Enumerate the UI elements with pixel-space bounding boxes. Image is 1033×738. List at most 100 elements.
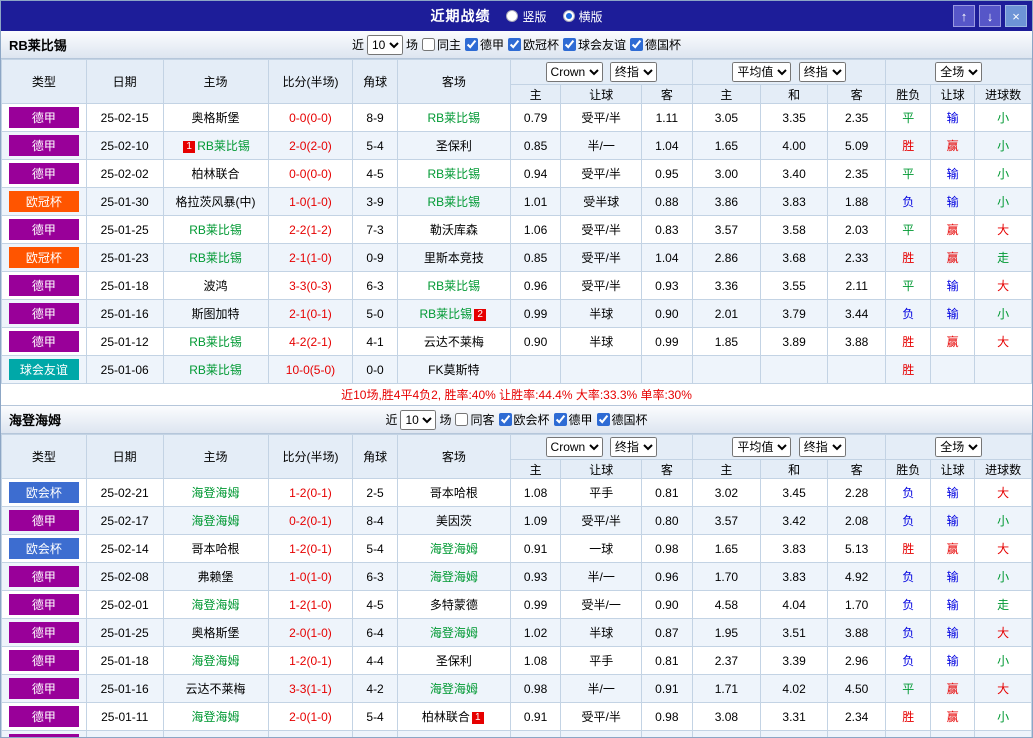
red-card-badge: 1 (183, 141, 195, 153)
team-link[interactable]: 云达不莱梅 (424, 335, 484, 349)
league-checkbox-ucl[interactable]: 欧冠杯 (507, 36, 559, 53)
league-checkbox-input[interactable] (630, 38, 643, 51)
team-link[interactable]: 哥本哈根 (430, 486, 478, 500)
odds-home: 1.08 (510, 479, 560, 507)
team-link[interactable]: RB莱比锡 (189, 251, 242, 265)
avg-source-select[interactable]: 平均值 (732, 62, 791, 82)
layout-radio-vertical[interactable]: 竖版 (506, 8, 546, 25)
team-link[interactable]: RB莱比锡 (189, 335, 242, 349)
same-venue-checkbox[interactable]: 同客 (454, 411, 494, 428)
team-link[interactable]: RB莱比锡 (427, 279, 480, 293)
league-checkbox-input[interactable] (465, 38, 478, 51)
team-link[interactable]: 海登海姆 (430, 570, 478, 584)
league-checkbox-input[interactable] (597, 413, 610, 426)
league-checkbox-input[interactable] (499, 413, 512, 426)
team-link[interactable]: 海登海姆 (192, 486, 240, 500)
avg-home: 1.65 (692, 535, 761, 563)
team-link[interactable]: 云达不莱梅 (186, 682, 246, 696)
same-venue-checkbox[interactable]: 同主 (421, 36, 461, 53)
team-link[interactable]: 海登海姆 (192, 514, 240, 528)
team-link[interactable]: 海登海姆 (192, 654, 240, 668)
team-link[interactable]: RB莱比锡 (197, 139, 250, 153)
team-link[interactable]: RB莱比锡 (189, 223, 242, 237)
odds-handicap: 半/一 (561, 563, 642, 591)
team-name: RB莱比锡 (9, 35, 67, 54)
league-checkbox-input[interactable] (563, 38, 576, 51)
team-link[interactable]: RB莱比锡 (419, 307, 472, 321)
layout-radio-horizontal[interactable]: 横版 (563, 8, 603, 25)
team-link[interactable]: 斯图加特 (192, 307, 240, 321)
team-link[interactable]: 波鸿 (204, 279, 228, 293)
odds-handicap: 受半球 (561, 188, 642, 216)
match-date: 25-02-08 (86, 563, 163, 591)
horizontal-radio-input[interactable] (563, 10, 575, 22)
recent-results-panel: 近期战绩 竖版 横版 ↑ ↓ × RB莱比锡 近 10 场 同主 德甲 欧冠杯 … (0, 0, 1033, 738)
match-type: 德甲 (2, 507, 87, 535)
team-link[interactable]: 海登海姆 (192, 710, 240, 724)
team-link[interactable]: 海登海姆 (430, 626, 478, 640)
table-row: 德甲25-01-16斯图加特2-1(0-1)5-0RB莱比锡20.99半球0.9… (2, 300, 1032, 328)
team-link[interactable]: RB莱比锡 (189, 363, 242, 377)
team-link[interactable]: 哥本哈根 (192, 542, 240, 556)
away-team: RB莱比锡 (397, 188, 510, 216)
team-link[interactable]: 圣保利 (436, 139, 472, 153)
team-link[interactable]: 美因茨 (436, 514, 472, 528)
match-count-select[interactable]: 10 (400, 410, 436, 430)
odds-source-select[interactable]: Crown (546, 62, 603, 82)
match-score: 2-1(0-1) (268, 300, 353, 328)
result-handicap: 输 (930, 563, 974, 591)
vertical-radio-input[interactable] (506, 10, 518, 22)
league-checkbox-bundesliga[interactable]: 德甲 (553, 411, 593, 428)
league-checkbox-input[interactable] (508, 38, 521, 51)
team-link[interactable]: 格拉茨风暴(中) (176, 195, 256, 209)
odds-stage-select[interactable]: 终指 (610, 62, 657, 82)
team-link[interactable]: 里斯本竞技 (424, 251, 484, 265)
league-checkbox-cup[interactable]: 德国杯 (596, 411, 648, 428)
league-checkbox-input[interactable] (554, 413, 567, 426)
avg-away: 2.35 (827, 160, 886, 188)
col-result-handicap: 让球 (930, 460, 974, 479)
same-venue-checkbox-input[interactable] (455, 413, 468, 426)
team-link[interactable]: 奥格斯堡 (192, 111, 240, 125)
league-checkbox-cup[interactable]: 德国杯 (629, 36, 681, 53)
team-link[interactable]: 奥格斯堡 (192, 626, 240, 640)
scroll-up-button[interactable]: ↑ (953, 5, 975, 27)
avg-stage-select[interactable]: 终指 (799, 62, 846, 82)
avg-selects-cell: 平均值 终指 (692, 435, 886, 460)
odds-home: 0.91 (510, 535, 560, 563)
team-link[interactable]: 柏林联合 (422, 710, 470, 724)
team-link[interactable]: 弗赖堡 (198, 570, 234, 584)
team-link[interactable]: RB莱比锡 (427, 195, 480, 209)
result-handicap: 输 (930, 300, 974, 328)
same-venue-checkbox-input[interactable] (422, 38, 435, 51)
period-select[interactable]: 全场 (935, 437, 982, 457)
avg-stage-select[interactable]: 终指 (799, 437, 846, 457)
league-badge: 德甲 (9, 734, 79, 738)
period-select[interactable]: 全场 (935, 62, 982, 82)
avg-source-select[interactable]: 平均值 (732, 437, 791, 457)
team-link[interactable]: 海登海姆 (430, 542, 478, 556)
odds-away: 0.98 (642, 703, 692, 731)
match-count-select[interactable]: 10 (367, 35, 403, 55)
close-button[interactable]: × (1005, 5, 1027, 27)
team-link[interactable]: 海登海姆 (430, 682, 478, 696)
team-link[interactable]: 多特蒙德 (430, 598, 478, 612)
team-link[interactable]: RB莱比锡 (427, 111, 480, 125)
filter-bar: 近 10 场 同主 德甲 欧冠杯 球会友谊 德国杯 (352, 35, 681, 55)
away-team: RB莱比锡 (397, 272, 510, 300)
result-goals: 小 (975, 731, 1032, 738)
team-link[interactable]: 勒沃库森 (430, 223, 478, 237)
team-link[interactable]: 柏林联合 (192, 167, 240, 181)
team-link[interactable]: 海登海姆 (192, 598, 240, 612)
avg-draw (761, 356, 828, 384)
team-link[interactable]: RB莱比锡 (427, 167, 480, 181)
league-checkbox-friendly[interactable]: 球会友谊 (562, 36, 626, 53)
league-checkbox-bundesliga[interactable]: 德甲 (464, 36, 504, 53)
odds-source-select[interactable]: Crown (546, 437, 603, 457)
team-link[interactable]: FK莫斯特 (428, 363, 479, 377)
scroll-down-button[interactable]: ↓ (979, 5, 1001, 27)
team-link[interactable]: 圣保利 (436, 654, 472, 668)
odds-stage-select[interactable]: 终指 (610, 437, 657, 457)
match-type: 德甲 (2, 272, 87, 300)
league-checkbox-uecl[interactable]: 欧会杯 (498, 411, 550, 428)
